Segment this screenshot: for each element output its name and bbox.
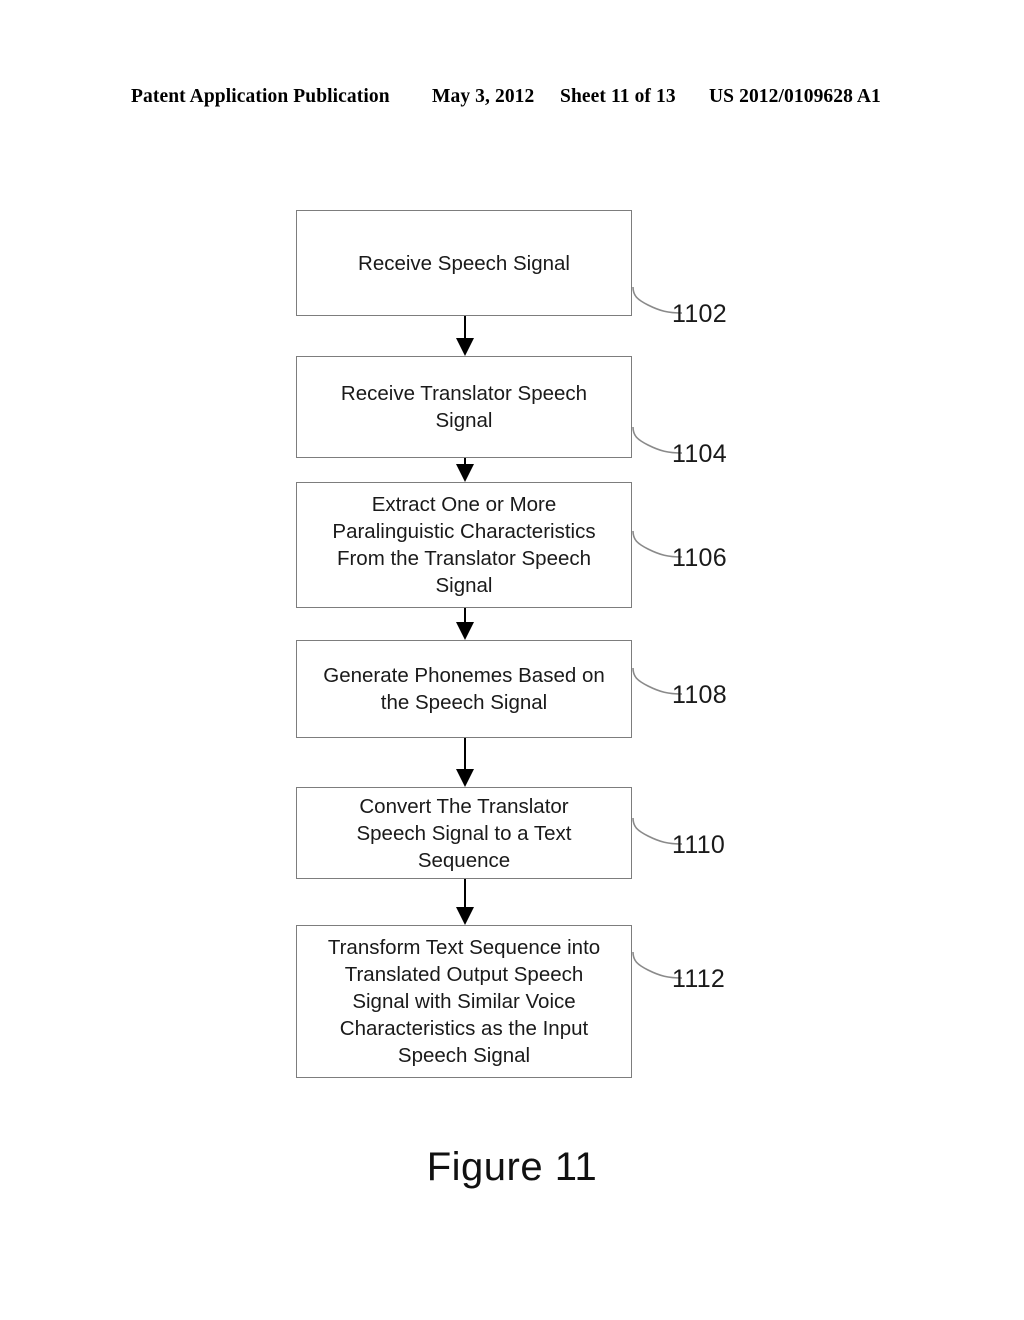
flowchart-node-1112-label: Transform Text Sequence into Translated … — [327, 936, 601, 1067]
flowchart-arrow-1106-to-1108 — [456, 608, 474, 640]
flowchart-node-1102-label: Receive Speech Signal — [358, 251, 570, 275]
flowchart-node-1106: Extract One or More Paralinguistic Chara… — [296, 482, 632, 608]
reference-numeral-1110: 1110 — [672, 831, 726, 859]
arrow-head-icon — [456, 907, 474, 925]
arrow-head-icon — [456, 464, 474, 482]
reference-numeral-1112: 1112 — [672, 965, 726, 993]
arrow-head-icon — [456, 622, 474, 640]
flowchart-arrow-1104-to-1106 — [456, 458, 474, 482]
arrow-shaft — [464, 738, 466, 769]
flowchart-node-1106-label: Extract One or More Paralinguistic Chara… — [332, 493, 596, 597]
flowchart-node-1102: Receive Speech Signal — [296, 210, 632, 316]
flowchart-arrow-1108-to-1110 — [456, 738, 474, 787]
flowchart-node-1108: Generate Phonemes Based on the Speech Si… — [296, 640, 632, 738]
reference-numeral-1108: 1108 — [672, 681, 727, 709]
reference-numeral-1104: 1104 — [672, 440, 727, 468]
arrow-shaft — [464, 608, 466, 622]
flowchart-node-1112: Transform Text Sequence into Translated … — [296, 925, 632, 1078]
flowchart-node-1104: Receive Translator Speech Signal — [296, 356, 632, 458]
arrow-head-icon — [456, 769, 474, 787]
flowchart-diagram: Receive Speech Signal 1102 Receive Trans… — [0, 0, 1024, 1320]
flowchart-node-1108-label: Generate Phonemes Based on the Speech Si… — [323, 664, 605, 714]
flowchart-node-1110-label: Convert The Translator Speech Signal to … — [356, 794, 572, 872]
arrow-head-icon — [456, 338, 474, 356]
flowchart-node-1104-label: Receive Translator Speech Signal — [340, 382, 588, 432]
flowchart-arrow-1102-to-1104 — [456, 316, 474, 356]
reference-numeral-1102: 1102 — [672, 300, 727, 328]
figure-caption: Figure 11 — [426, 1145, 598, 1189]
flowchart-node-1110: Convert The Translator Speech Signal to … — [296, 787, 632, 879]
reference-numeral-1106: 1106 — [672, 544, 727, 572]
arrow-shaft — [464, 879, 466, 907]
flowchart-arrow-1110-to-1112 — [456, 879, 474, 925]
arrow-shaft — [464, 316, 466, 338]
